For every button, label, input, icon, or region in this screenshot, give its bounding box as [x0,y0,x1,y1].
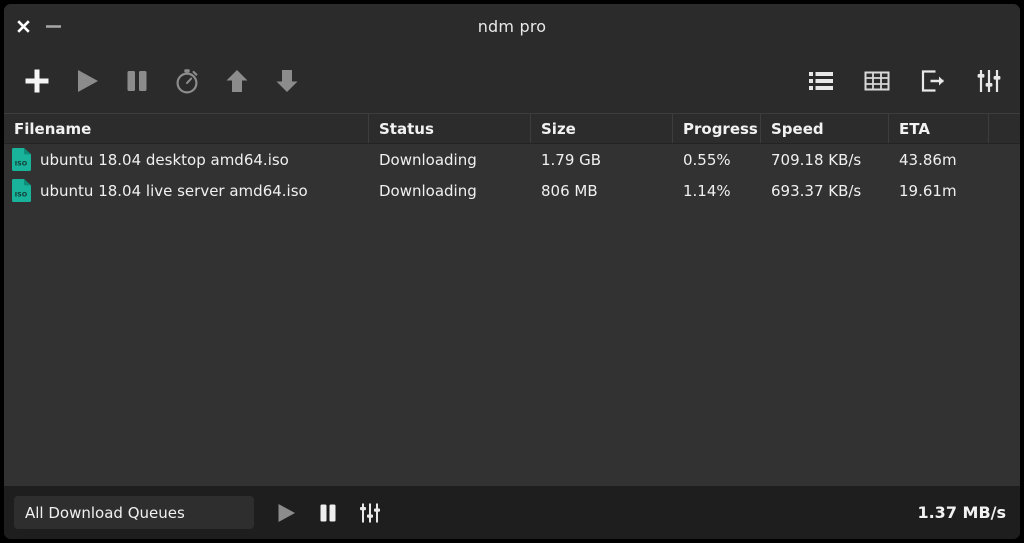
add-download-button[interactable] [20,64,54,98]
cell-eta: 43.86m [889,151,989,169]
column-header-eta[interactable]: ETA [889,114,989,143]
iso-file-icon: ISO [12,148,31,171]
close-icon[interactable] [12,15,34,37]
svg-text:ISO: ISO [15,190,28,198]
cell-size: 1.79 GB [531,151,673,169]
cell-progress: 0.55% [673,151,761,169]
column-header-size[interactable]: Size [531,114,673,143]
minimize-icon[interactable] [42,15,64,37]
queue-settings-button[interactable] [354,497,386,529]
app-window: ndm pro [4,4,1020,539]
column-header-speed[interactable]: Speed [761,114,889,143]
queue-selector[interactable]: All Download Queues [14,496,254,529]
toolbar-left-group [20,64,320,98]
window-controls [4,15,64,37]
start-queue-button[interactable] [270,497,302,529]
cell-size: 806 MB [531,182,673,200]
grid-view-button[interactable] [860,64,894,98]
list-view-button[interactable] [804,64,838,98]
move-down-button[interactable] [270,64,304,98]
title-bar: ndm pro [4,4,1020,48]
cell-status: Downloading [369,182,531,200]
cell-speed: 709.18 KB/s [761,151,889,169]
filename-text: ubuntu 18.04 desktop amd64.iso [40,151,289,169]
pause-queue-button[interactable] [312,497,344,529]
cell-progress: 1.14% [673,182,761,200]
svg-text:ISO: ISO [15,159,28,167]
column-header-progress[interactable]: Progress [673,114,761,143]
settings-button[interactable] [972,64,1006,98]
status-bar: All Download Queues [4,486,1020,539]
move-up-button[interactable] [220,64,254,98]
table-body: ISO ubuntu 18.04 desktop amd64.iso Downl… [4,144,1020,486]
scheduler-button[interactable] [170,64,204,98]
queue-selector-label: All Download Queues [25,504,185,522]
pause-button[interactable] [120,64,154,98]
cell-filename: ISO ubuntu 18.04 live server amd64.iso [4,179,369,202]
downloads-table: Filename Status Size Progress Speed ETA … [4,113,1020,486]
status-bar-actions [270,497,396,529]
cell-speed: 693.37 KB/s [761,182,889,200]
table-row[interactable]: ISO ubuntu 18.04 live server amd64.iso D… [4,175,1020,206]
column-header-filename[interactable]: Filename [4,114,369,143]
table-header-row: Filename Status Size Progress Speed ETA [4,113,1020,144]
column-header-status[interactable]: Status [369,114,531,143]
iso-file-icon: ISO [12,179,31,202]
main-toolbar [4,48,1020,113]
import-button[interactable] [916,64,950,98]
toolbar-right-group [782,64,1006,98]
table-row[interactable]: ISO ubuntu 18.04 desktop amd64.iso Downl… [4,144,1020,175]
resume-button[interactable] [70,64,104,98]
cell-status: Downloading [369,151,531,169]
total-speed-label: 1.37 MB/s [917,503,1006,522]
column-header-extra[interactable] [989,114,1020,143]
cell-filename: ISO ubuntu 18.04 desktop amd64.iso [4,148,369,171]
page-title: ndm pro [4,17,1020,36]
filename-text: ubuntu 18.04 live server amd64.iso [40,182,308,200]
cell-eta: 19.61m [889,182,989,200]
